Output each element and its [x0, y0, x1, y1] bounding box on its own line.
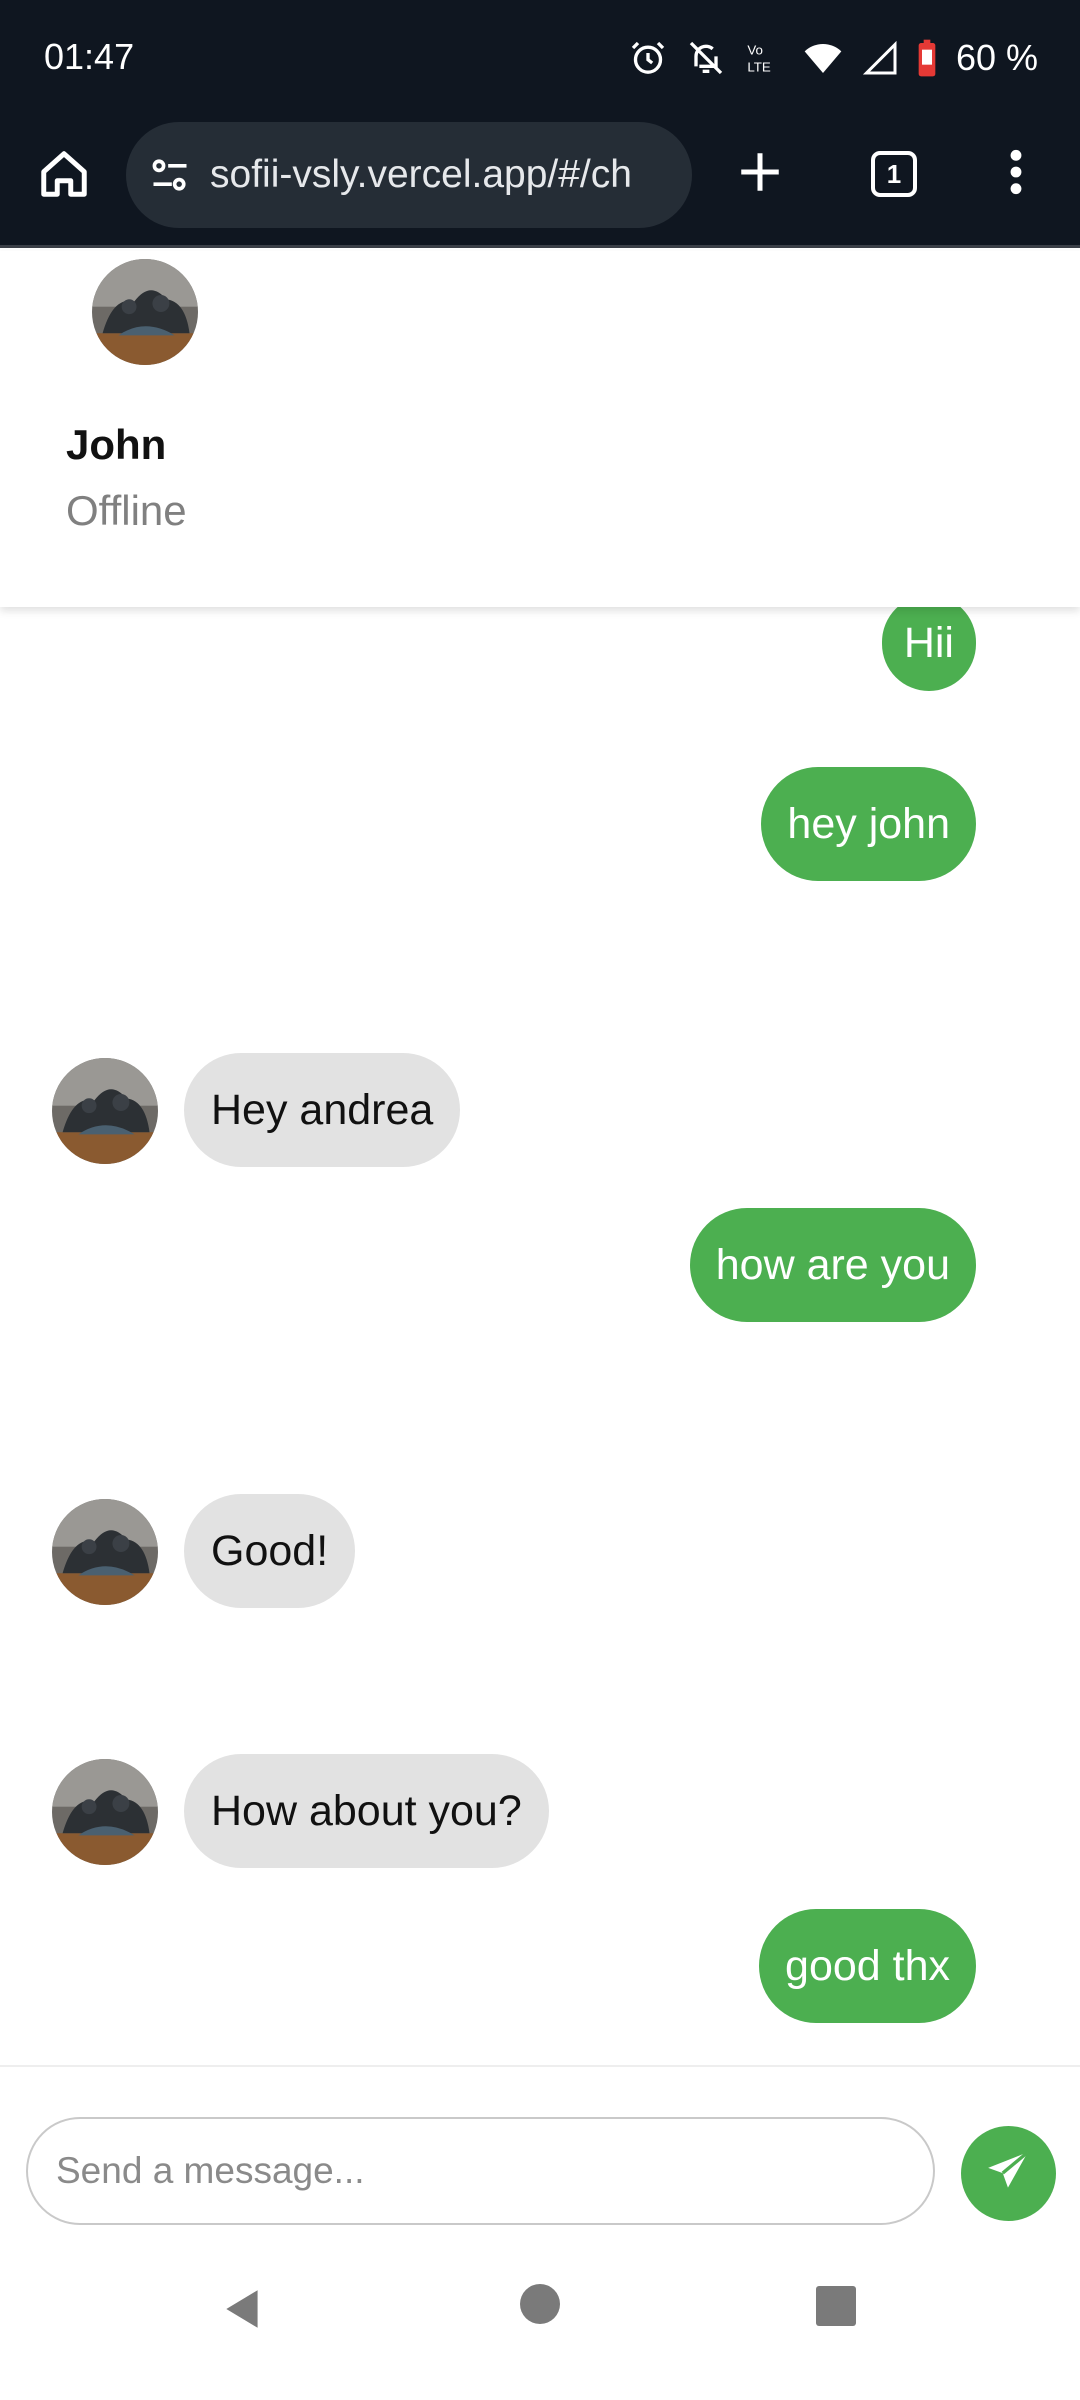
outgoing-bubble[interactable]: good thx	[759, 1909, 976, 2023]
outgoing-bubble[interactable]: how are you	[689, 1208, 976, 1322]
composer-bar	[0, 2065, 1080, 2240]
message-row-outgoing: how are you	[0, 1208, 1080, 1322]
home-icon	[37, 147, 91, 206]
message-row-incoming: How about you?	[0, 1754, 1080, 1868]
new-tab-button[interactable]	[728, 142, 792, 206]
recents-icon[interactable]	[816, 2286, 856, 2326]
incoming-bubble[interactable]: How about you?	[184, 1754, 549, 1868]
back-icon[interactable]	[218, 2284, 268, 2334]
avatar-image	[52, 1499, 158, 1605]
chat-header: John Offline	[0, 251, 1080, 607]
site-settings-icon[interactable]	[148, 153, 192, 197]
message-row-outgoing: Hii	[0, 607, 1080, 709]
outgoing-bubble[interactable]: hey john	[761, 767, 976, 881]
notifications-off-icon	[686, 38, 726, 78]
contact-status: Offline	[66, 487, 187, 534]
tab-count: 1	[886, 158, 902, 189]
message-row-outgoing: good thx	[0, 1909, 1080, 2023]
avatar[interactable]	[92, 259, 198, 365]
browser-toolbar: sofii-vsly.vercel.app/#/ch 1	[0, 118, 1080, 248]
message-row-incoming: Hey andrea	[0, 1053, 1080, 1167]
avatar[interactable]	[52, 1058, 158, 1164]
avatar-image	[52, 1759, 158, 1865]
svg-text:LTE: LTE	[747, 59, 771, 74]
avatar-image	[92, 259, 198, 365]
status-bar: 01:47 Vo LTE 60 %	[0, 0, 1080, 118]
battery-percent: 60 %	[955, 37, 1038, 78]
tabs-icon: 1	[871, 151, 917, 197]
send-button[interactable]	[961, 2126, 1056, 2221]
message-list[interactable]: Hii hey john Hey andrea how are you Good…	[0, 607, 1080, 2065]
signal-icon	[862, 38, 898, 78]
contact-name: John	[66, 421, 167, 468]
plus-icon	[735, 147, 785, 202]
more-vert-icon	[1009, 147, 1023, 202]
message-input[interactable]	[26, 2117, 935, 2225]
tab-switcher-button[interactable]: 1	[862, 142, 926, 206]
volte-icon: Vo LTE	[744, 38, 784, 78]
incoming-bubble[interactable]: Good!	[184, 1494, 356, 1608]
outgoing-bubble[interactable]: Hii	[881, 607, 976, 691]
send-icon	[984, 2146, 1034, 2201]
alarm-icon	[628, 38, 668, 78]
status-time: 01:47	[44, 36, 135, 77]
browser-menu-button[interactable]	[988, 142, 1044, 206]
message-row-outgoing: hey john	[0, 767, 1080, 881]
avatar[interactable]	[52, 1759, 158, 1865]
status-icons: Vo LTE 60 %	[628, 30, 1038, 86]
incoming-bubble[interactable]: Hey andrea	[184, 1053, 461, 1167]
url-text: sofii-vsly.vercel.app/#/ch	[210, 153, 632, 196]
svg-text:Vo: Vo	[747, 43, 763, 58]
home-nav-icon[interactable]	[520, 2284, 560, 2324]
system-nav-bar	[0, 2240, 1080, 2400]
wifi-icon	[802, 38, 844, 78]
address-bar[interactable]: sofii-vsly.vercel.app/#/ch	[126, 122, 692, 228]
avatar[interactable]	[52, 1499, 158, 1605]
battery-icon	[916, 38, 938, 78]
message-row-incoming: Good!	[0, 1494, 1080, 1608]
home-button[interactable]	[34, 146, 94, 206]
avatar-image	[52, 1058, 158, 1164]
